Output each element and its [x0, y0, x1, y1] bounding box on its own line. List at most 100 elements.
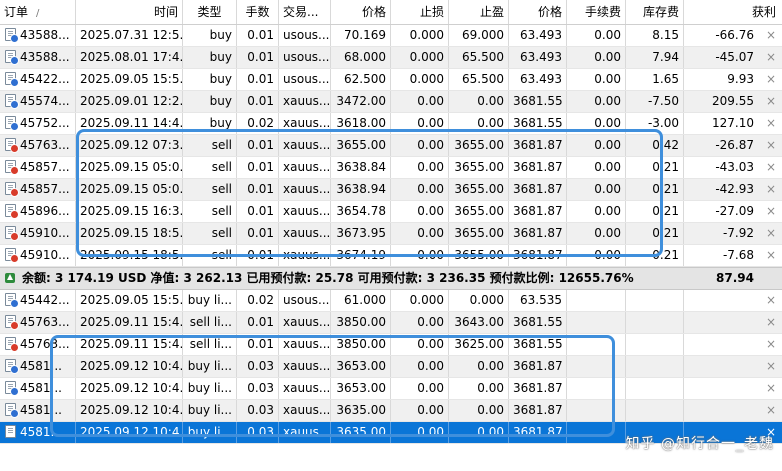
- buy-order-icon: [5, 28, 19, 43]
- price-cell: 3655.00: [331, 135, 391, 156]
- symbol-cell: usous...: [279, 47, 331, 68]
- order-side-dot-icon: [10, 321, 19, 330]
- buy-order-icon: [5, 293, 19, 308]
- col-header-volume[interactable]: 手数: [237, 0, 279, 24]
- type-cell: buy li...: [183, 378, 237, 399]
- close-icon[interactable]: ×: [766, 245, 776, 266]
- close-icon[interactable]: ×: [766, 312, 776, 333]
- sl-cell: 0.00: [391, 157, 449, 178]
- symbol-cell: xauus...: [279, 91, 331, 112]
- current-price-cell: 3681.87: [509, 378, 567, 399]
- position-row[interactable]: 43588... 2025.07.31 12:5... buy 0.01 usous..…: [0, 25, 782, 47]
- time-cell: 2025.09.15 05:0...: [76, 157, 183, 178]
- swap-cell: 0.21: [626, 223, 684, 244]
- commission-cell: [567, 356, 626, 377]
- price-cell: 3850.00: [331, 312, 391, 333]
- current-price-cell: 3681.87: [509, 157, 567, 178]
- close-icon[interactable]: ×: [766, 356, 776, 377]
- volume-cell: 0.02: [237, 113, 279, 134]
- sl-cell: 0.00: [391, 312, 449, 333]
- commission-cell: 0.00: [567, 135, 626, 156]
- order-side-dot-icon: [10, 365, 19, 374]
- close-icon[interactable]: ×: [766, 179, 776, 200]
- close-icon[interactable]: ×: [766, 25, 776, 46]
- swap-cell: 8.15: [626, 25, 684, 46]
- price-cell: 62.500: [331, 69, 391, 90]
- pending-order-row[interactable]: 4581... 2025.09.12 10:4... buy li... 0.03 xa…: [0, 356, 782, 378]
- col-header-time[interactable]: 时间: [76, 0, 183, 24]
- symbol-cell: usous...: [279, 25, 331, 46]
- volume-cell: 0.01: [237, 69, 279, 90]
- position-row[interactable]: 45422... 2025.09.05 15:5... buy 0.01 usous..…: [0, 69, 782, 91]
- symbol-cell: xauus...: [279, 179, 331, 200]
- close-icon[interactable]: ×: [766, 113, 776, 134]
- position-row[interactable]: 45752... 2025.09.11 14:4... buy 0.02 xauus..…: [0, 113, 782, 135]
- col-header-symbol[interactable]: 交易...: [279, 0, 331, 24]
- volume-cell: 0.03: [237, 378, 279, 399]
- sl-cell: 0.00: [391, 91, 449, 112]
- position-row[interactable]: 45910... 2025.09.15 18:5... sell 0.01 xauus.…: [0, 245, 782, 267]
- buy-order-icon: [5, 50, 19, 65]
- close-icon[interactable]: ×: [766, 378, 776, 399]
- order-side-dot-icon: [10, 387, 19, 396]
- col-header-sl[interactable]: 止损: [391, 0, 449, 24]
- position-row[interactable]: 45763... 2025.09.12 07:3... sell 0.01 xauus.…: [0, 135, 782, 157]
- watermark: 知乎 @知行合一_老魏: [625, 436, 774, 452]
- close-icon[interactable]: ×: [766, 201, 776, 222]
- current-price-cell: 3681.87: [509, 201, 567, 222]
- pending-order-row[interactable]: 4581... 2025.09.12 10:4... buy li... 0.03 xa…: [0, 378, 782, 400]
- current-price-cell: 63.493: [509, 69, 567, 90]
- type-cell: buy li...: [183, 400, 237, 421]
- sl-cell: 0.000: [391, 69, 449, 90]
- buy-order-icon: [5, 116, 19, 131]
- col-header-swap[interactable]: 库存费: [626, 0, 684, 24]
- col-header-order[interactable]: 订单 /: [0, 0, 76, 24]
- sl-cell: 0.00: [391, 334, 449, 355]
- order-side-dot-icon: [10, 144, 19, 153]
- pending-order-row[interactable]: 45442... 2025.09.05 15:5... buy li... 0.02 u…: [0, 290, 782, 312]
- position-row[interactable]: 43588... 2025.08.01 17:4... buy 0.01 usous..…: [0, 47, 782, 69]
- col-header-tp[interactable]: 止盈: [449, 0, 509, 24]
- position-row[interactable]: 45857... 2025.09.15 05:0... sell 0.01 xauus.…: [0, 179, 782, 201]
- position-row[interactable]: 45910... 2025.09.15 18:5... sell 0.01 xauus.…: [0, 223, 782, 245]
- close-icon[interactable]: ×: [766, 290, 776, 311]
- position-row[interactable]: 45574... 2025.09.01 12:2... buy 0.01 xauus..…: [0, 91, 782, 113]
- close-icon[interactable]: ×: [766, 69, 776, 90]
- close-icon[interactable]: ×: [766, 91, 776, 112]
- close-icon[interactable]: ×: [766, 400, 776, 421]
- pending-order-row[interactable]: 45763... 2025.09.11 15:4... sell li... 0.01…: [0, 312, 782, 334]
- time-cell: 2025.09.01 12:2...: [76, 91, 183, 112]
- time-cell: 2025.09.05 15:5...: [76, 290, 183, 311]
- current-price-cell: 63.535: [509, 290, 567, 311]
- swap-cell: 0.42: [626, 135, 684, 156]
- swap-cell: [626, 356, 684, 377]
- buy-order-icon: [5, 94, 19, 109]
- time-cell: 2025.09.12 10:4...: [76, 422, 183, 443]
- current-price-cell: 3681.55: [509, 91, 567, 112]
- col-header-commission[interactable]: 手续费: [567, 0, 626, 24]
- close-icon[interactable]: ×: [766, 135, 776, 156]
- pending-order-row[interactable]: 4581... 2025.09.12 10:4... buy li... 0.03 xa…: [0, 400, 782, 422]
- close-icon[interactable]: ×: [766, 334, 776, 355]
- position-row[interactable]: 45857... 2025.09.15 05:0... sell 0.01 xauus.…: [0, 157, 782, 179]
- sell-order-icon: [5, 204, 19, 219]
- current-price-cell: 63.493: [509, 47, 567, 68]
- swap-cell: -7.50: [626, 91, 684, 112]
- close-icon[interactable]: ×: [766, 157, 776, 178]
- commission-cell: 0.00: [567, 201, 626, 222]
- col-header-current-price[interactable]: 价格: [509, 0, 567, 24]
- commission-cell: 0.00: [567, 69, 626, 90]
- pending-order-row[interactable]: 45763... 2025.09.11 15:4... sell li... 0.01…: [0, 334, 782, 356]
- close-icon[interactable]: ×: [766, 223, 776, 244]
- col-header-type[interactable]: 类型: [183, 0, 237, 24]
- order-side-dot-icon: [10, 254, 19, 263]
- close-icon[interactable]: ×: [766, 47, 776, 68]
- sl-cell: 0.00: [391, 223, 449, 244]
- position-row[interactable]: 45896... 2025.09.15 16:3... sell 0.01 xauus.…: [0, 201, 782, 223]
- current-price-cell: 3681.87: [509, 179, 567, 200]
- col-header-profit[interactable]: 获利: [684, 0, 782, 24]
- swap-cell: 0.21: [626, 179, 684, 200]
- tp-cell: 0.00: [449, 400, 509, 421]
- volume-cell: 0.01: [237, 312, 279, 333]
- col-header-price[interactable]: 价格: [331, 0, 391, 24]
